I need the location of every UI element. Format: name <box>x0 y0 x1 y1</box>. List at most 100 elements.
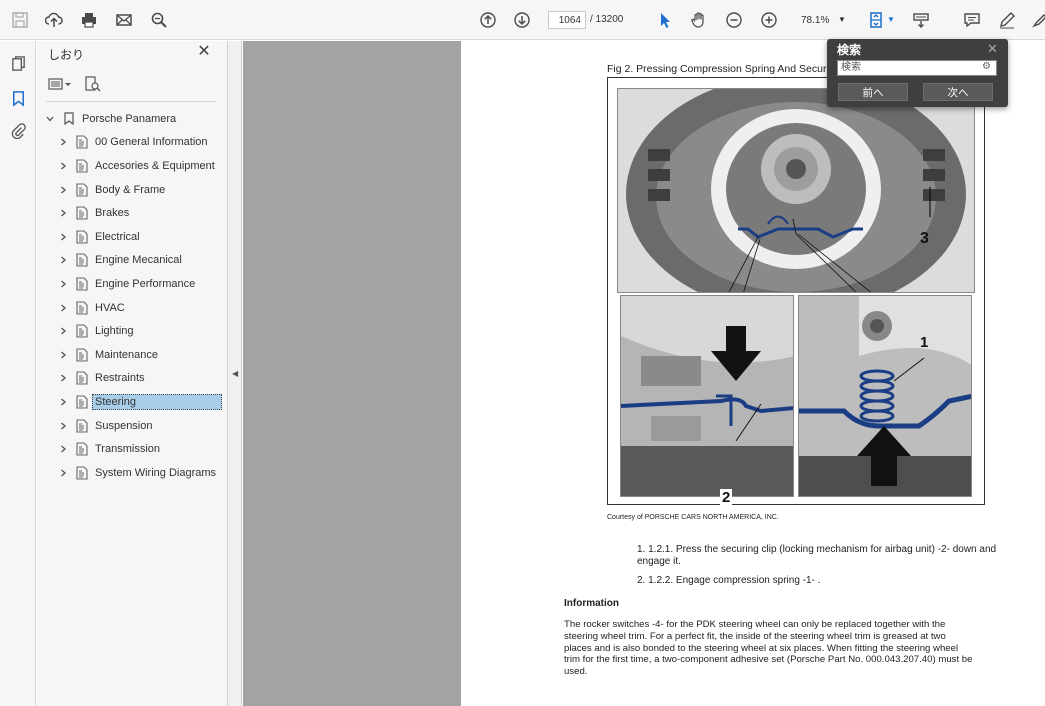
bookmarks-icon[interactable] <box>8 88 28 108</box>
chevron-right-icon[interactable] <box>57 372 69 384</box>
bookmarks-panel: しおり ✕ Porsche Panamera 00 General Inform… <box>37 41 228 706</box>
panel-splitter[interactable]: ◀ <box>228 41 242 706</box>
bookmark-label: System Wiring Diagrams <box>95 466 217 479</box>
chevron-right-icon[interactable] <box>57 467 69 479</box>
find-bookmark-icon[interactable] <box>84 75 112 93</box>
chevron-right-icon[interactable] <box>57 207 69 219</box>
zoom-out-icon[interactable] <box>723 9 745 31</box>
procedure-step: 2. 1.2.2. Engage compression spring -1- … <box>637 575 821 586</box>
bookmark-item-wiring-diagrams[interactable]: System Wiring Diagrams <box>37 461 228 485</box>
print-icon[interactable] <box>78 9 100 31</box>
bookmark-item-accessories[interactable]: Accesories & Equipment <box>37 154 228 178</box>
gear-icon[interactable]: ⚙ <box>982 61 991 72</box>
bookmark-label: Accesories & Equipment <box>95 159 215 172</box>
bookmark-page-icon <box>75 466 89 480</box>
chevron-right-icon[interactable] <box>57 278 69 290</box>
bookmark-page-icon <box>75 135 89 149</box>
email-icon[interactable] <box>113 9 135 31</box>
page-number-input[interactable]: 1064 <box>548 11 586 29</box>
bookmark-page-icon <box>75 230 89 244</box>
bookmark-item-body-frame[interactable]: Body & Frame <box>37 178 228 202</box>
chevron-right-icon[interactable] <box>57 160 69 172</box>
next-page-icon[interactable] <box>511 9 533 31</box>
bookmark-item-hvac[interactable]: HVAC <box>37 296 228 320</box>
fit-dropdown-icon[interactable]: ▼ <box>887 15 895 24</box>
bookmark-item-engine-mechanical[interactable]: Engine Mecanical <box>37 249 228 273</box>
chevron-right-icon[interactable] <box>57 254 69 266</box>
figure-caption: Fig 2. Pressing Compression Spring And S… <box>607 63 841 75</box>
bookmark-item-maintenance[interactable]: Maintenance <box>37 343 228 367</box>
bookmark-item-root[interactable]: Porsche Panamera <box>37 107 228 131</box>
bookmark-label: Electrical <box>95 230 140 243</box>
panel-title: しおり <box>48 48 85 62</box>
bookmark-item-electrical[interactable]: Electrical <box>37 225 228 249</box>
pen-highlight-icon[interactable] <box>996 9 1018 31</box>
bookmark-item-suspension[interactable]: Suspension <box>37 414 228 438</box>
figure-frame: 3 2 1 <box>607 77 985 506</box>
bookmark-page-icon <box>75 183 89 197</box>
navigation-rail <box>0 41 36 706</box>
attachments-icon[interactable] <box>8 120 28 140</box>
chevron-right-icon[interactable] <box>57 184 69 196</box>
options-menu-icon[interactable] <box>48 75 76 93</box>
close-icon[interactable]: ✕ <box>987 41 998 57</box>
bookmark-page-icon <box>75 395 89 409</box>
chevron-right-icon[interactable] <box>57 349 69 361</box>
search-input[interactable]: 検索 <box>837 60 997 76</box>
chevron-right-icon[interactable] <box>57 231 69 243</box>
previous-result-button[interactable]: 前へ <box>838 83 908 101</box>
sign-icon[interactable] <box>1030 9 1045 31</box>
bookmark-page-icon <box>75 206 89 220</box>
bookmark-label: Lighting <box>95 325 134 338</box>
panel-toolbar <box>48 75 112 93</box>
steering-wheel-photo <box>617 88 975 293</box>
scroll-mode-icon[interactable] <box>910 9 932 31</box>
procedure-step: 1. 1.2.1. Press the securing clip (locki… <box>637 544 997 567</box>
zoom-dropdown-icon[interactable]: ▼ <box>838 15 846 24</box>
clip-detail-photo <box>620 295 794 497</box>
comment-icon[interactable] <box>961 9 983 31</box>
chevron-right-icon[interactable] <box>57 302 69 314</box>
bookmark-label: Porsche Panamera <box>82 112 177 125</box>
bookmark-item-restraints[interactable]: Restraints <box>37 367 228 391</box>
bookmark-item-lighting[interactable]: Lighting <box>37 319 228 343</box>
bookmark-page-icon <box>75 442 89 456</box>
page-thumbnails-icon[interactable] <box>8 53 28 73</box>
previous-page-icon[interactable] <box>477 9 499 31</box>
search-zoom-icon[interactable] <box>148 9 170 31</box>
chevron-down-icon[interactable] <box>44 113 56 125</box>
bookmark-label: Steering <box>92 393 222 410</box>
bookmark-label: 00 General Information <box>95 136 208 149</box>
information-heading: Information <box>564 598 619 609</box>
select-cursor-icon[interactable] <box>654 9 676 31</box>
close-panel-icon[interactable]: ✕ <box>197 44 211 60</box>
bookmark-item-steering[interactable]: Steering <box>37 390 228 414</box>
hand-tool-icon[interactable] <box>688 9 710 31</box>
callout-2: 2 <box>720 489 733 506</box>
bookmark-page-icon <box>75 418 89 433</box>
chevron-right-icon[interactable] <box>57 443 69 455</box>
bookmark-page-icon <box>75 300 89 315</box>
bookmark-tree: Porsche Panamera 00 General Information … <box>37 107 228 485</box>
chevron-right-icon[interactable] <box>57 396 69 408</box>
bookmark-label: Restraints <box>95 372 145 385</box>
bookmark-page-icon <box>75 348 89 362</box>
bookmark-item-general-info[interactable]: 00 General Information <box>37 131 228 155</box>
save-icon[interactable] <box>9 9 31 31</box>
chevron-right-icon[interactable] <box>57 325 69 337</box>
bookmark-item-brakes[interactable]: Brakes <box>37 201 228 225</box>
spring-detail-photo <box>798 295 972 497</box>
bookmark-item-engine-performance[interactable]: Engine Performance <box>37 272 228 296</box>
chevron-right-icon[interactable] <box>57 420 69 432</box>
collapse-panel-icon[interactable]: ◀ <box>232 369 238 378</box>
bookmark-label: HVAC <box>95 301 125 314</box>
bookmark-label: Brakes <box>95 207 130 220</box>
bookmark-label: Body & Frame <box>95 183 166 196</box>
zoom-in-icon[interactable] <box>758 9 780 31</box>
bookmark-item-transmission[interactable]: Transmission <box>37 437 228 461</box>
next-result-button[interactable]: 次へ <box>923 83 993 101</box>
chevron-right-icon[interactable] <box>57 136 69 148</box>
search-popup: 検索 ✕ 検索 ⚙ 前へ 次へ <box>827 39 1008 107</box>
fit-page-icon[interactable] <box>866 9 888 31</box>
upload-cloud-icon[interactable] <box>43 9 65 31</box>
